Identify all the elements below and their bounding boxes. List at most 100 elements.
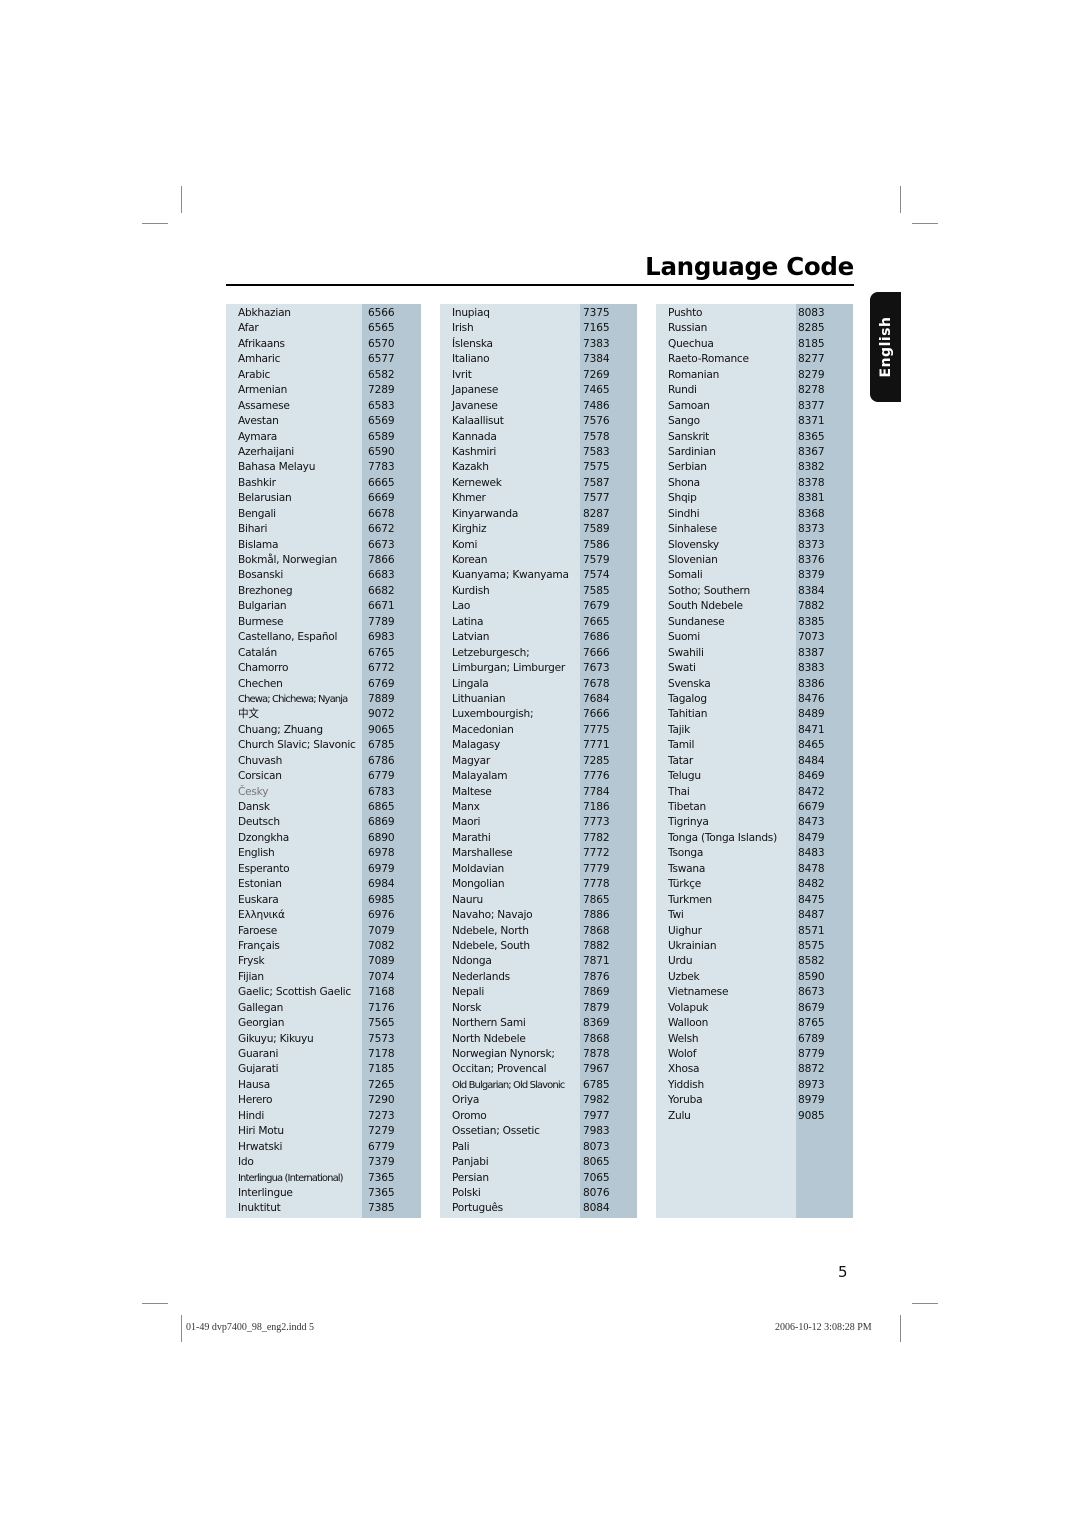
language-code: 7775: [583, 723, 610, 736]
language-row: Inupiaq 7375: [440, 306, 637, 321]
language-row: Armenian 7289: [226, 383, 421, 398]
language-name: Lao: [452, 600, 471, 613]
language-row: Samoan 8377: [656, 399, 853, 414]
language-code: 8367: [798, 445, 825, 458]
language-code: 8278: [798, 384, 825, 397]
language-name: Nepali: [452, 986, 485, 999]
language-row: Chamorro 6772: [226, 661, 421, 676]
language-name: Aymara: [238, 430, 277, 443]
footer-timestamp: 2006-10-12 3:08:28 PM: [775, 1322, 872, 1333]
language-name: Tswana: [668, 862, 706, 875]
language-code: 7583: [583, 445, 610, 458]
language-name: Turkmen: [668, 893, 712, 906]
language-code: 7585: [583, 584, 610, 597]
language-row: Amharic 6577: [226, 352, 421, 367]
language-name: Gujarati: [238, 1063, 279, 1076]
language-code: 7665: [583, 615, 610, 628]
language-code: 7878: [583, 1048, 610, 1060]
language-code: 7383: [583, 337, 610, 350]
language-code: 8471: [798, 723, 825, 736]
language-code: 8473: [798, 816, 825, 829]
language-row: Xhosa 8872: [656, 1062, 853, 1077]
language-row: Serbian 8382: [656, 460, 853, 475]
language-code: 8779: [798, 1048, 825, 1060]
language-code: 8369: [583, 1017, 610, 1030]
language-row: Swati 8383: [656, 661, 853, 676]
language-row: Northern Sami 8369: [440, 1016, 637, 1031]
language-row: Pushto 8083: [656, 306, 853, 321]
language-code: 7868: [583, 924, 610, 937]
language-name: Chuvash: [238, 754, 283, 767]
page-number: 5: [838, 1263, 848, 1281]
language-name: Bosanski: [238, 569, 284, 582]
language-code: 7977: [583, 1109, 610, 1122]
language-name: Shqip: [668, 492, 697, 505]
language-name: Nauru: [452, 893, 483, 906]
language-code: 8287: [583, 507, 610, 520]
language-row: Dzongkha 6890: [226, 831, 421, 846]
language-code: 6789: [798, 1032, 825, 1045]
language-code: 7576: [583, 415, 610, 428]
language-code: 8381: [798, 492, 825, 505]
language-row: Türkçe 8482: [656, 877, 853, 892]
language-name: Twi: [668, 909, 684, 922]
language-row: Uzbek 8590: [656, 970, 853, 985]
language-name: Quechua: [668, 337, 714, 350]
language-code: 7784: [583, 785, 610, 798]
language-name: Komi: [452, 538, 478, 551]
language-name: Kalaallisut: [452, 415, 504, 428]
language-name: Bashkir: [238, 476, 276, 489]
language-name: English: [238, 847, 275, 860]
language-row: Thai 8472: [656, 785, 853, 800]
language-code: 7865: [583, 893, 610, 906]
language-row: Brezhoneg 6682: [226, 584, 421, 599]
language-code: 8373: [798, 538, 825, 551]
language-name: Brezhoneg: [238, 584, 293, 597]
language-name: Macedonian: [452, 723, 514, 736]
language-code: 8377: [798, 399, 825, 412]
language-name: Samoan: [668, 399, 710, 412]
language-code: 7967: [583, 1063, 610, 1076]
language-row: Tonga (Tonga Islands) 8479: [656, 831, 853, 846]
language-code: 7073: [798, 631, 825, 644]
language-name: Sinhalese: [668, 523, 717, 536]
language-code: 7065: [583, 1171, 610, 1184]
language-name: Português: [452, 1202, 503, 1215]
language-row: Lao 7679: [440, 599, 637, 614]
language-row: Tsonga 8483: [656, 846, 853, 861]
language-name: Marathi: [452, 831, 491, 844]
language-code: 6985: [368, 893, 395, 906]
language-name: Oromo: [452, 1109, 487, 1122]
language-row: Hausa 7265: [226, 1078, 421, 1093]
language-code: 8383: [798, 662, 825, 675]
language-code: 6765: [368, 646, 395, 659]
language-code: 8382: [798, 461, 825, 474]
language-name: Volapuk: [668, 1001, 709, 1014]
language-row: Japanese 7465: [440, 383, 637, 398]
language-row: Assamese 6583: [226, 399, 421, 414]
language-name: Gikuyu; Kikuyu: [238, 1032, 314, 1045]
language-code: 6785: [583, 1078, 610, 1091]
language-row: Church Slavic; Slavonic 6785: [226, 738, 421, 753]
language-code: 8279: [798, 368, 825, 381]
language-code: 6665: [368, 476, 395, 489]
language-code: 7889: [368, 692, 395, 705]
language-code: 8386: [798, 677, 825, 690]
language-name: Amharic: [238, 353, 281, 366]
language-row: Deutsch 6869: [226, 815, 421, 830]
language-row: Tatar 8484: [656, 754, 853, 769]
language-row: Nederlands 7876: [440, 970, 637, 985]
language-row: Inuktitut 7385: [226, 1201, 421, 1216]
language-code: 8571: [798, 924, 825, 937]
language-name: Pali: [452, 1140, 470, 1153]
language-name: Javanese: [452, 399, 498, 412]
language-row: Íslenska 7383: [440, 337, 637, 352]
language-code: 7168: [368, 986, 395, 999]
language-name: Hausa: [238, 1078, 270, 1091]
language-row: Ελληνικά 6976: [226, 908, 421, 923]
language-name: Slovensky: [668, 538, 719, 551]
language-code: 6785: [368, 739, 395, 752]
language-code: 7783: [368, 461, 395, 474]
language-row: Navaho; Navajo 7886: [440, 908, 637, 923]
language-code: 7684: [583, 692, 610, 705]
